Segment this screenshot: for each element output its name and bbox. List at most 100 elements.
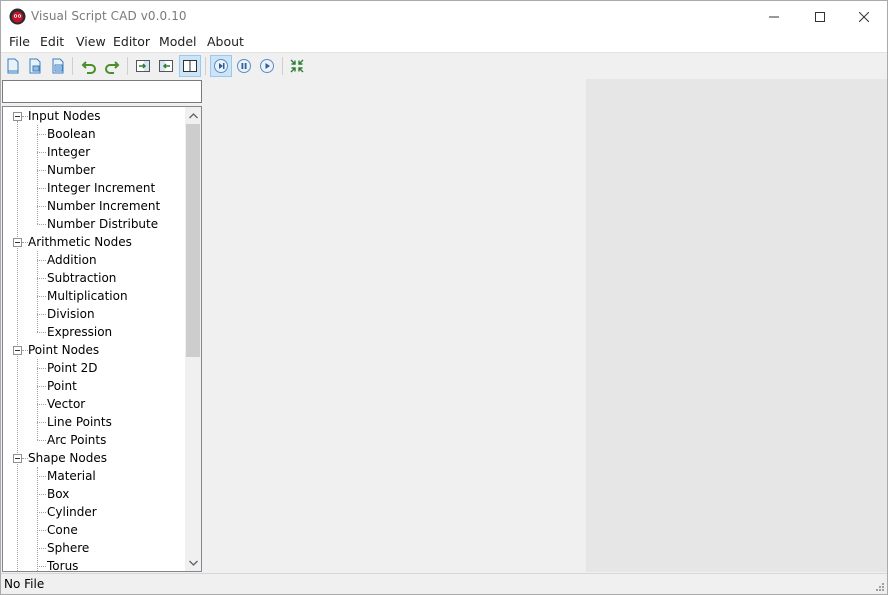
tree-item-expression[interactable]: Expression (47, 323, 112, 341)
model-viewport[interactable] (586, 79, 887, 572)
toolbar-separator (72, 57, 73, 75)
menu-view[interactable]: View (76, 34, 106, 49)
node-editor-canvas[interactable] (204, 79, 586, 572)
tree-scrollbar[interactable] (185, 107, 201, 571)
split-view-icon (183, 60, 197, 72)
pause-button[interactable] (234, 56, 254, 76)
title-bar: Visual Script CAD v0.0.10 (1, 1, 887, 32)
tree-connector (37, 494, 46, 495)
menu-model[interactable]: Model (159, 34, 197, 49)
tree-connector (37, 314, 46, 315)
scroll-thumb[interactable] (186, 124, 200, 357)
fit-view-button[interactable] (287, 56, 307, 76)
split-view-button[interactable] (179, 55, 201, 77)
collapse-toggle-arithmetic-nodes[interactable] (13, 238, 22, 247)
menu-bar: File Edit View Editor Model About (1, 32, 887, 52)
play-icon (260, 59, 274, 73)
tree-connector (37, 566, 46, 567)
tree-item-boolean[interactable]: Boolean (47, 125, 96, 143)
tree-item-torus[interactable]: Torus (47, 557, 78, 571)
collapse-toggle-input-nodes[interactable] (13, 112, 22, 121)
tree-item-integer-increment[interactable]: Integer Increment (47, 179, 155, 197)
save-file-icon (52, 58, 64, 74)
close-button[interactable] (841, 1, 887, 32)
collapse-toggle-point-nodes[interactable] (13, 346, 22, 355)
tree-connector (37, 476, 46, 477)
tree-item-vector[interactable]: Vector (47, 395, 85, 413)
open-file-button[interactable] (25, 56, 45, 76)
tree-item-multiplication[interactable]: Multiplication (47, 287, 128, 305)
undo-icon (81, 61, 96, 74)
new-file-icon (7, 58, 19, 74)
tree-connector (37, 368, 46, 369)
tree-connector (37, 134, 46, 135)
tree-item-sphere[interactable]: Sphere (47, 539, 89, 557)
tree-item-line-points[interactable]: Line Points (47, 413, 112, 431)
tree-connector (37, 548, 46, 549)
import-button[interactable] (133, 56, 153, 76)
tree-item-box[interactable]: Box (47, 485, 69, 503)
toolbar-separator (282, 57, 283, 75)
tree-item-material[interactable]: Material (47, 467, 96, 485)
tree-item-cylinder[interactable]: Cylinder (47, 503, 97, 521)
play-button[interactable] (257, 56, 277, 76)
tree-group-input-nodes[interactable]: Input Nodes (28, 107, 100, 125)
tree-branch-line (37, 251, 38, 332)
app-window: Visual Script CAD v0.0.10 File Edit View… (0, 0, 888, 595)
tree-item-number[interactable]: Number (47, 161, 95, 179)
toolbar-separator (127, 57, 128, 75)
export-button[interactable] (156, 56, 176, 76)
tree-connector (37, 224, 46, 225)
tree-connector (37, 152, 46, 153)
tree-item-number-distribute[interactable]: Number Distribute (47, 215, 158, 233)
tree-item-cone[interactable]: Cone (47, 521, 78, 539)
menu-about[interactable]: About (207, 34, 244, 49)
scroll-down-button[interactable] (185, 554, 201, 571)
tree-item-division[interactable]: Division (47, 305, 95, 323)
scroll-up-button[interactable] (185, 107, 201, 124)
status-bar: No File (1, 573, 887, 594)
minimize-icon (769, 16, 779, 17)
node-search-input[interactable] (2, 80, 202, 103)
tree-item-addition[interactable]: Addition (47, 251, 97, 269)
tree-connector (37, 170, 46, 171)
chevron-down-icon (188, 560, 198, 566)
step-button[interactable] (210, 55, 232, 77)
tree-connector (37, 512, 46, 513)
maximize-button[interactable] (797, 1, 843, 32)
chevron-up-icon (188, 112, 198, 118)
tree-item-point[interactable]: Point (47, 377, 77, 395)
tree-branch-line (37, 467, 38, 571)
save-file-button[interactable] (48, 56, 68, 76)
toolbar-separator (205, 57, 206, 75)
tree-connector (37, 422, 46, 423)
fit-view-icon (290, 59, 304, 73)
tree-connector (37, 440, 46, 441)
collapse-toggle-shape-nodes[interactable] (13, 454, 22, 463)
menu-editor[interactable]: Editor (113, 34, 150, 49)
tree-item-subtraction[interactable]: Subtraction (47, 269, 116, 287)
tree-connector (37, 296, 46, 297)
tree-connector (37, 260, 46, 261)
status-text: No File (4, 577, 45, 591)
minimize-button[interactable] (751, 1, 797, 32)
menu-file[interactable]: File (9, 34, 30, 49)
tree-item-point-2d[interactable]: Point 2D (47, 359, 97, 377)
resize-grip-icon[interactable] (874, 581, 885, 592)
redo-icon (105, 61, 120, 74)
tree-item-number-increment[interactable]: Number Increment (47, 197, 160, 215)
toolbar (1, 52, 887, 78)
tree-group-point-nodes[interactable]: Point Nodes (28, 341, 99, 359)
tree-connector (37, 386, 46, 387)
step-icon (214, 59, 228, 73)
menu-edit[interactable]: Edit (40, 34, 64, 49)
new-file-button[interactable] (3, 56, 23, 76)
redo-button[interactable] (102, 56, 122, 76)
tree-item-arc-points[interactable]: Arc Points (47, 431, 106, 449)
tree-connector (37, 404, 46, 405)
tree-group-arithmetic-nodes[interactable]: Arithmetic Nodes (28, 233, 132, 251)
tree-group-shape-nodes[interactable]: Shape Nodes (28, 449, 107, 467)
tree-connector (37, 278, 46, 279)
tree-item-integer[interactable]: Integer (47, 143, 90, 161)
undo-button[interactable] (79, 56, 99, 76)
